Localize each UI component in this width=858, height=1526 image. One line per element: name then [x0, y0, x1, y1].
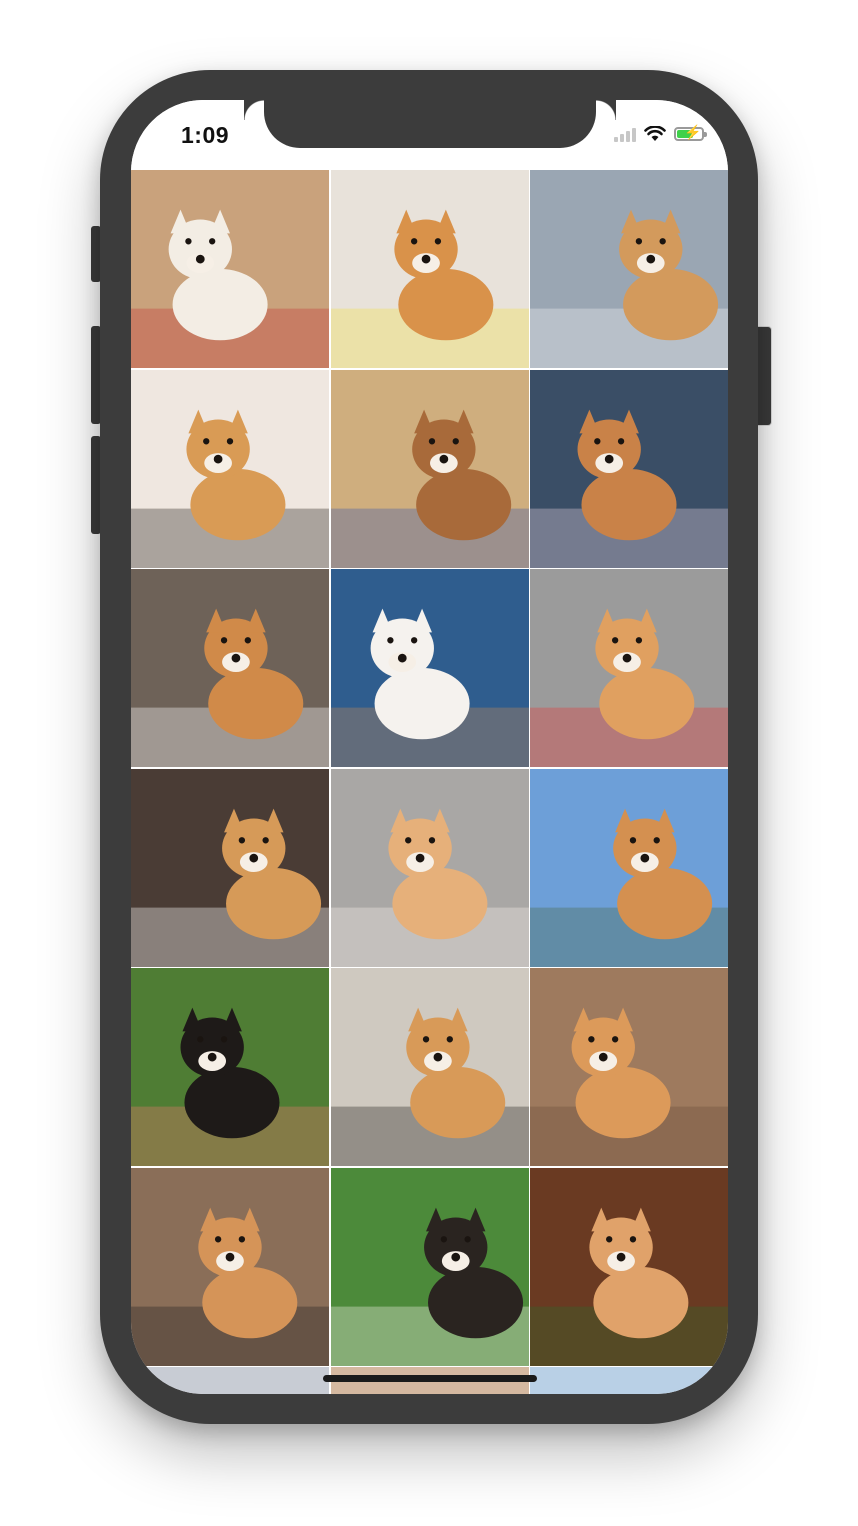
photo-thumbnail-corgi-at-stadium[interactable]	[530, 768, 728, 967]
photo-thumbnail-dachshund-with-flower[interactable]	[131, 968, 329, 1166]
photo-grid	[131, 170, 728, 1394]
photo-thumbnail-shibas-in-courtyard[interactable]	[530, 968, 728, 1166]
battery-charging-icon: ⚡	[674, 125, 707, 141]
photo-thumbnail-samoyed-corgi-puppies[interactable]	[330, 569, 529, 767]
wifi-icon	[644, 126, 666, 141]
photo-thumbnail-shiba-and-black-dog-on-leash[interactable]	[530, 569, 728, 767]
photo-thumbnail-two-white-samoyeds[interactable]	[131, 170, 329, 368]
photo-thumbnail-winking-shiba-yellow-bandana[interactable]	[330, 170, 529, 368]
photo-thumbnail-two-dachshunds[interactable]	[330, 369, 529, 568]
photo-thumbnail-shiba-with-plush-toy[interactable]	[530, 369, 728, 568]
photo-thumbnail-corgi-on-floor[interactable]	[131, 569, 329, 767]
phone-screen: 1:09 ⚡	[131, 100, 728, 1394]
photo-thumbnail-shibas-on-stairs[interactable]	[330, 968, 529, 1166]
photo-thumbnail-black-and-red-shibas[interactable]	[131, 369, 329, 568]
photo-thumbnail-partial-photo-1[interactable]	[131, 1367, 329, 1394]
photo-thumbnail-shiba-with-plush-friends[interactable]	[131, 1167, 329, 1366]
photo-thumbnail-shiba-on-snowy-hill[interactable]	[530, 170, 728, 368]
device-notch	[264, 100, 616, 148]
status-time: 1:09	[181, 122, 230, 148]
photo-thumbnail-corgi-on-carpet[interactable]	[131, 768, 329, 967]
status-icons: ⚡	[614, 125, 707, 142]
photo-thumbnail-sheltie-on-grass[interactable]	[330, 1167, 529, 1366]
power-button	[757, 326, 772, 426]
photo-thumbnail-partial-photo-3[interactable]	[530, 1367, 728, 1394]
device-mockup: 1:09 ⚡	[0, 0, 858, 1526]
photo-thumbnail-group-of-shiba-puppies[interactable]	[330, 768, 529, 967]
photo-thumbnail-shiba-in-green-costume[interactable]	[530, 1167, 728, 1366]
home-indicator[interactable]	[323, 1375, 537, 1382]
cellular-signal-icon	[614, 126, 636, 142]
